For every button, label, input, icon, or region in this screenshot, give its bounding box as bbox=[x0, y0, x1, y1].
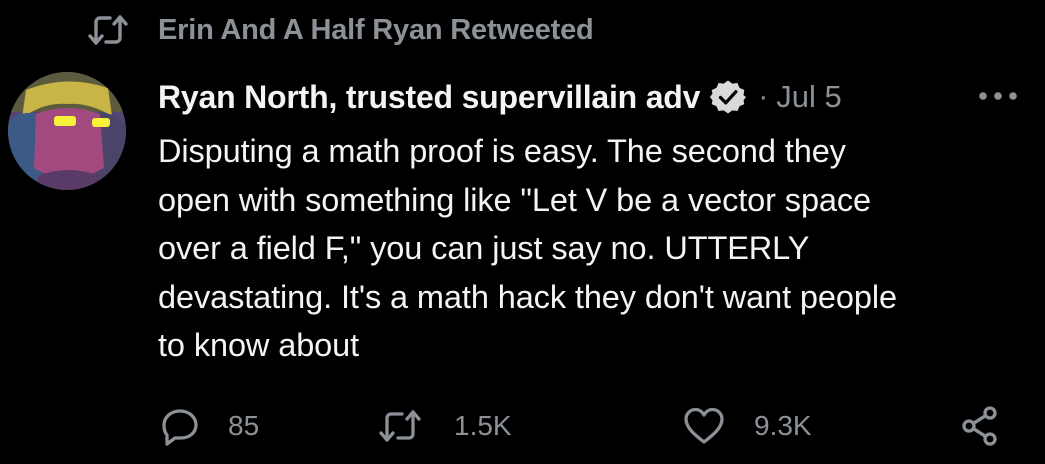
retweet-button[interactable]: 1.5K bbox=[378, 404, 512, 448]
retweet-header[interactable]: Erin And A Half Ryan Retweeted bbox=[88, 10, 594, 50]
like-count: 9.3K bbox=[754, 410, 812, 441]
tweet-text: Disputing a math proof is easy. The seco… bbox=[158, 133, 897, 363]
like-button[interactable]: 9.3K bbox=[682, 404, 812, 448]
tweet-header: Ryan North, trusted supervillain adv · J… bbox=[158, 72, 1018, 122]
dot-separator: · bbox=[758, 80, 769, 113]
reply-button[interactable]: 85 bbox=[158, 404, 259, 448]
heart-icon bbox=[682, 404, 726, 448]
verified-badge-icon bbox=[710, 79, 747, 115]
retweet-icon bbox=[88, 10, 128, 50]
reply-icon bbox=[158, 404, 202, 448]
retweet-count: 1.5K bbox=[454, 410, 512, 441]
avatar[interactable] bbox=[8, 72, 126, 190]
reply-count: 85 bbox=[228, 410, 260, 441]
share-button[interactable] bbox=[958, 404, 1002, 448]
share-icon bbox=[958, 404, 1002, 448]
retweeted-by-label: Erin And A Half Ryan Retweeted bbox=[158, 13, 594, 46]
retweet-icon bbox=[378, 404, 422, 448]
author-name[interactable]: Ryan North, trusted supervillain adv bbox=[158, 79, 700, 116]
tweet-actions: 85 1.5K 9.3K bbox=[0, 404, 1045, 448]
tweet-date[interactable]: Jul 5 bbox=[776, 79, 841, 115]
more-options-icon[interactable] bbox=[974, 84, 1022, 108]
